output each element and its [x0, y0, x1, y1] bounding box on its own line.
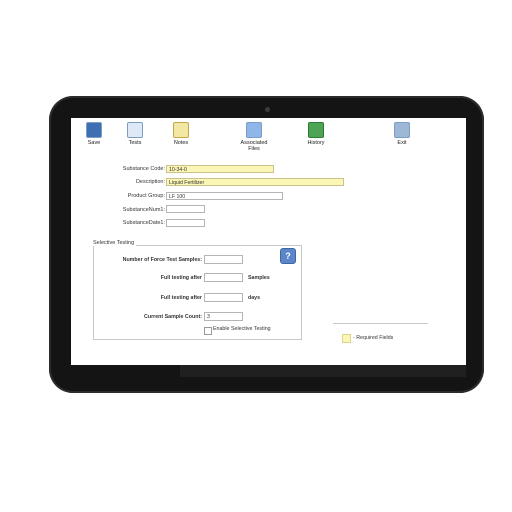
substance-code-label: Substance Code:: [122, 166, 165, 172]
substance-date1-label: SubstanceDate1:: [122, 220, 165, 226]
enable-selective-testing-label: Enable Selective Testing: [213, 326, 271, 332]
save-button[interactable]: Save: [74, 122, 114, 146]
toolbar: Save Tests Notes Associated Files Histor…: [71, 118, 466, 158]
associated-files-icon: [246, 122, 262, 138]
full-testing-days-field[interactable]: [204, 293, 243, 302]
num-force-test-samples-field[interactable]: [204, 255, 243, 264]
history-icon: [308, 122, 324, 138]
description-field[interactable]: Liquid Fertilizer: [166, 178, 344, 186]
exit-label: Exit: [397, 140, 407, 146]
tests-button[interactable]: Tests: [115, 122, 155, 146]
exit-button[interactable]: Exit: [382, 122, 422, 146]
current-sample-count-label: Current Sample Count:: [144, 314, 202, 320]
required-color-swatch: [342, 334, 351, 343]
current-sample-count-field[interactable]: 3: [204, 312, 243, 321]
product-group-label: Product Group:: [127, 193, 165, 199]
history-label: History: [307, 140, 325, 146]
days-unit-label: days: [248, 295, 261, 301]
screen-reflection: [180, 365, 466, 377]
associated-files-label: Associated Files: [240, 140, 268, 152]
selective-testing-title: Selective Testing: [93, 240, 137, 246]
required-fields-legend: - Required Fields: [333, 323, 428, 354]
associated-files-button[interactable]: Associated Files: [234, 122, 274, 152]
substance-num1-label: SubstanceNum1:: [122, 207, 165, 213]
description-label: Description:: [135, 179, 165, 185]
notes-icon: [173, 122, 189, 138]
save-icon: [86, 122, 102, 138]
exit-icon: [394, 122, 410, 138]
full-testing-samples-field[interactable]: [204, 273, 243, 282]
enable-selective-testing-checkbox[interactable]: [204, 327, 212, 335]
full-testing-days-label: Full testing after: [160, 295, 202, 301]
product-group-field[interactable]: LF 100: [166, 192, 283, 200]
required-fields-text: - Required Fields: [353, 335, 394, 341]
tests-icon: [127, 122, 143, 138]
help-icon[interactable]: ?: [280, 248, 296, 264]
samples-unit-label: Samples: [248, 275, 270, 281]
notes-label: Notes: [173, 140, 189, 146]
app-window: Save Tests Notes Associated Files Histor…: [71, 118, 466, 365]
save-label: Save: [87, 140, 101, 146]
substance-code-field[interactable]: 10-34-0: [166, 165, 274, 173]
substance-date1-field[interactable]: [166, 219, 205, 227]
notes-button[interactable]: Notes: [161, 122, 201, 146]
num-force-test-samples-label: Number of Force Test Samples:: [122, 257, 202, 263]
history-button[interactable]: History: [296, 122, 336, 146]
substance-num1-field[interactable]: [166, 205, 205, 213]
tests-label: Tests: [128, 140, 142, 146]
camera-dot: [265, 107, 270, 112]
full-testing-samples-label: Full testing after: [160, 275, 202, 281]
